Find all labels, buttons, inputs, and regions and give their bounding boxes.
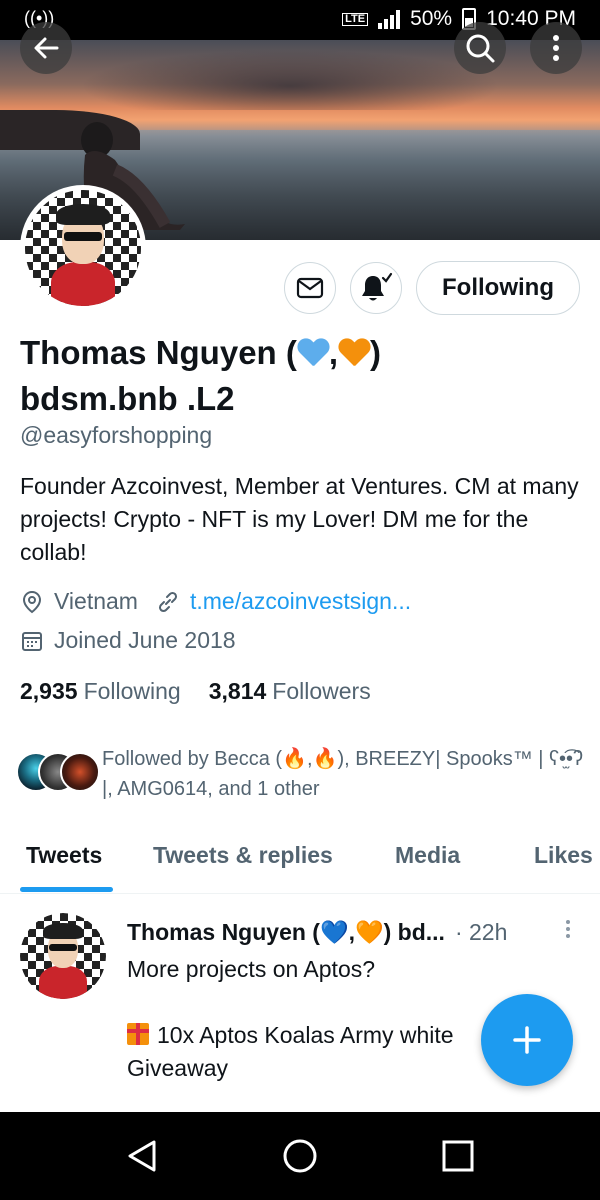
more-vertical-icon [566,920,570,938]
nav-back-button[interactable] [124,1138,160,1174]
nav-home-icon [283,1139,317,1173]
compose-tweet-button[interactable] [481,994,573,1086]
followers-count: 3,814 [208,678,267,704]
back-arrow-icon [34,37,59,59]
tweet-author-avatar[interactable] [20,913,106,999]
profile-bio: Founder Azcoinvest, Member at Ventures. … [20,473,579,565]
tweet-more-button[interactable] [558,917,578,941]
mail-icon [296,277,324,299]
bell-check-icon [362,272,393,301]
tweet-line-3: Giveaway [127,1055,228,1081]
tab-media[interactable]: Media [395,842,460,869]
tweet-author-name[interactable]: Thomas Nguyen (💙,🧡) bd... [127,919,445,946]
notifications-button[interactable] [350,262,402,314]
more-vertical-icon [553,35,559,61]
profile-tabs: Tweets Tweets & replies Media Likes [0,820,600,894]
display-name-close: ) [370,334,382,371]
lte-indicator: LTE [342,12,369,26]
followers-label: Followers [272,678,371,704]
android-nav-bar [0,1112,600,1200]
search-icon [466,34,495,63]
tab-tweets[interactable]: Tweets [26,842,102,869]
blue-heart-icon [297,339,329,367]
location-pin-icon [20,590,44,614]
following-button[interactable]: Following [416,261,580,315]
active-tab-indicator [20,887,113,892]
status-bar: ((•)) LTE 50% 10:40 PM [0,0,600,40]
battery-percent: 50% [410,7,453,30]
tweet-header: Thomas Nguyen (💙,🧡) bd... · 22h [127,919,567,946]
follower-avatar [60,752,100,792]
following-stat[interactable]: 2,935 Following [20,678,181,705]
more-options-button[interactable] [530,22,582,74]
follow-stats: 2,935 Following 3,814 Followers [20,678,371,705]
nav-recents-icon [442,1140,474,1172]
link-icon [156,590,180,614]
profile-avatar[interactable] [20,185,146,311]
display-name-line2: bdsm.bnb .L2 [20,380,235,417]
profile-website-link[interactable]: t.me/azcoinvestsign... [190,588,411,615]
following-count: 2,935 [20,678,78,704]
search-button[interactable] [454,22,506,74]
display-name-separator: , [328,334,339,371]
profile-handle: @easyforshopping [20,422,213,448]
joined-row: Joined June 2018 [20,627,236,654]
location-text: Vietnam [54,588,138,614]
followers-stat[interactable]: 3,814 Followers [209,678,371,705]
tweet-text: More projects on Aptos? 10x Aptos Koalas… [127,953,547,1085]
profile-display-name: Thomas Nguyen (,) bdsm.bnb .L2 [20,330,580,422]
tweet-line-2: 10x Aptos Koalas Army white [157,1022,454,1048]
location-link-row: Vietnam t.me/azcoinvestsign... [20,588,411,615]
followed-by-avatars [16,752,100,792]
tweet-line-1: More projects on Aptos? [127,956,376,982]
nav-recents-button[interactable] [440,1138,476,1174]
avatar-image [25,190,141,306]
followed-by-text: Followed by Becca (🔥,🔥), BREEZY| Spooks™… [102,748,584,800]
gift-icon [127,1023,149,1045]
nav-back-icon [128,1140,156,1172]
tab-likes[interactable]: Likes [534,842,593,869]
signal-strength-icon [378,9,401,29]
following-label: Following [83,678,181,704]
tweet-timestamp: · 22h [454,919,508,945]
calendar-icon [20,629,44,653]
back-button[interactable] [20,22,72,74]
display-name-text: Thomas Nguyen ( [20,334,297,371]
followed-by-row[interactable]: Followed by Becca (🔥,🔥), BREEZY| Spooks™… [16,744,586,806]
nav-home-button[interactable] [282,1138,318,1174]
message-button[interactable] [284,262,336,314]
orange-heart-icon [338,339,370,367]
plus-icon [513,1026,541,1054]
avatar-image [20,913,106,999]
joined-date: Joined June 2018 [54,627,236,653]
tab-tweets-replies[interactable]: Tweets & replies [153,842,333,869]
